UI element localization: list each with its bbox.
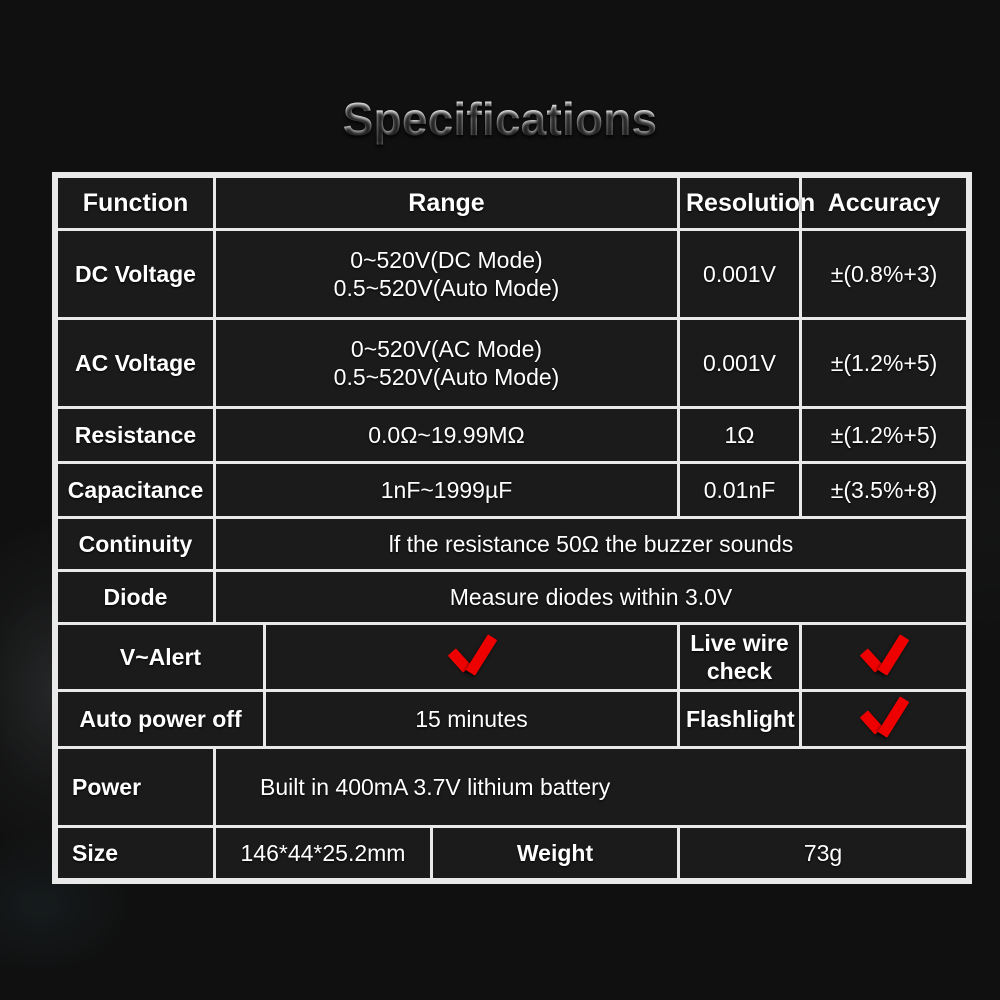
table-header-row: Function Range Resolution Accuracy (58, 178, 967, 228)
table-row: Auto power off 15 minutes Flashlight (58, 692, 967, 747)
row-range-ac-voltage: 0~520V(AC Mode) 0.5~520V(Auto Mode) (216, 320, 677, 406)
range-line-2: 0.5~520V(Auto Mode) (333, 364, 560, 390)
header-function: Function (58, 178, 213, 228)
row-function-dc-voltage: DC Voltage (58, 231, 213, 317)
row-range-dc-voltage: 0~520V(DC Mode) 0.5~520V(Auto Mode) (216, 231, 677, 317)
table-row: Size 146*44*25.2mm Weight 73g (58, 828, 967, 879)
row-description-diode: Measure diodes within 3.0V (216, 572, 967, 622)
row-label-weight: Weight (433, 828, 677, 879)
row-resolution-ac-voltage: 0.001V (680, 320, 800, 406)
page-title-container: Specifications (0, 92, 1000, 146)
table-row: Capacitance 1nF~1999µF 0.01nF ±(3.5%+8) (58, 464, 967, 516)
page-title: Specifications (342, 93, 658, 145)
row-description-continuity: lf the resistance 50Ω the buzzer sounds (216, 519, 967, 569)
specifications-page: Specifications Function Range Resolution… (0, 0, 1000, 1000)
table-row: AC Voltage 0~520V(AC Mode) 0.5~520V(Auto… (58, 320, 967, 406)
specifications-table: Function Range Resolution Accuracy DC Vo… (52, 172, 973, 885)
row-label-v-alert: V~Alert (58, 625, 263, 690)
row-accuracy-dc-voltage: ±(0.8%+3) (802, 231, 967, 317)
row-function-diode: Diode (58, 572, 213, 622)
header-resolution: Resolution (680, 178, 815, 228)
row-function-resistance: Resistance (58, 409, 213, 461)
row-resolution-dc-voltage: 0.001V (680, 231, 800, 317)
header-range: Range (216, 178, 677, 228)
row-resolution-resistance: 1Ω (680, 409, 800, 461)
row-accuracy-ac-voltage: ±(1.2%+5) (802, 320, 967, 406)
range-line-1: 0~520V(AC Mode) (350, 335, 543, 362)
row-accuracy-capacitance: ±(3.5%+8) (802, 464, 967, 516)
table-row: Diode Measure diodes within 3.0V (58, 572, 967, 622)
row-label-size: Size (58, 828, 213, 879)
row-value-v-alert (266, 625, 677, 690)
row-label-auto-power-off: Auto power off (58, 692, 263, 747)
check-mark-icon (857, 637, 911, 677)
row-value-power: Built in 400mA 3.7V lithium battery (216, 749, 967, 826)
table-row: Resistance 0.0Ω~19.99MΩ 1Ω ±(1.2%+5) (58, 409, 967, 461)
table-row: Power Built in 400mA 3.7V lithium batter… (58, 749, 967, 826)
check-mark-icon (445, 637, 499, 677)
row-accuracy-resistance: ±(1.2%+5) (802, 409, 967, 461)
row-range-resistance: 0.0Ω~19.99MΩ (216, 409, 677, 461)
range-line-1: 0~520V(DC Mode) (350, 246, 543, 273)
range-line-2: 0.5~520V(Auto Mode) (333, 275, 560, 301)
row-function-continuity: Continuity (58, 519, 213, 569)
table-row: DC Voltage 0~520V(DC Mode) 0.5~520V(Auto… (58, 231, 967, 317)
row-function-capacitance: Capacitance (58, 464, 213, 516)
row-range-capacitance: 1nF~1999µF (216, 464, 677, 516)
row-function-ac-voltage: AC Voltage (58, 320, 213, 406)
table-row: Continuity lf the resistance 50Ω the buz… (58, 519, 967, 569)
row-value-size: 146*44*25.2mm (216, 828, 430, 879)
row-resolution-capacitance: 0.01nF (680, 464, 800, 516)
row-label-live-wire-check: Live wire check (680, 625, 800, 690)
row-value-auto-power-off: 15 minutes (266, 692, 677, 747)
check-mark-icon (857, 699, 911, 739)
row-label-power: Power (58, 749, 213, 826)
row-label-flashlight: Flashlight (680, 692, 800, 747)
row-value-weight: 73g (680, 828, 967, 879)
header-accuracy: Accuracy (802, 178, 967, 228)
row-value-live-wire-check (802, 625, 967, 690)
row-value-flashlight (802, 692, 967, 747)
table-row: V~Alert Live wire check (58, 625, 967, 690)
